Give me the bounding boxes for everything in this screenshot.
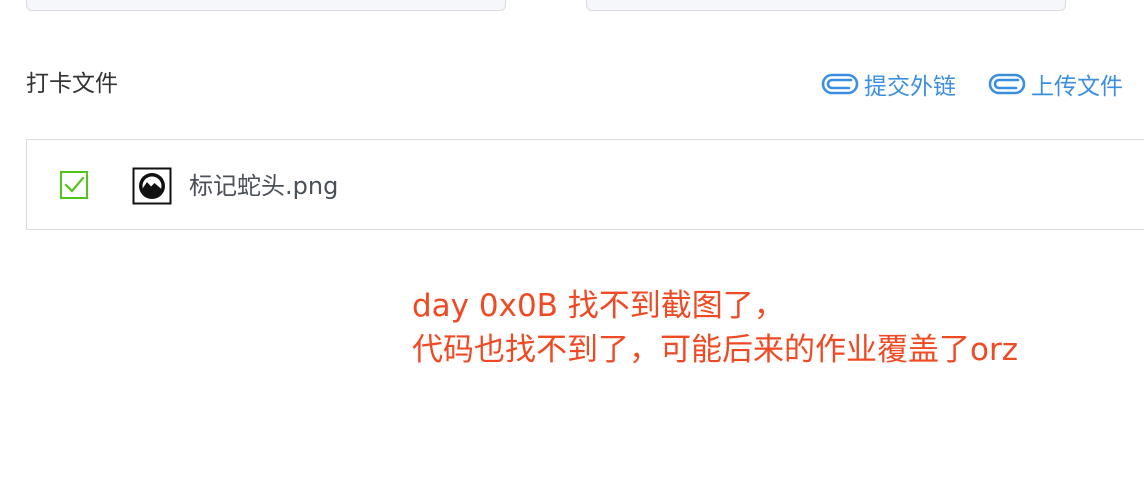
top-left-field[interactable] xyxy=(26,0,506,11)
annotation-line-1: day 0x0B 找不到截图了， xyxy=(412,288,785,324)
section-title: 打卡文件 xyxy=(26,71,118,97)
upload-file-button[interactable]: 上传文件 xyxy=(988,69,1123,100)
annotation-line-2: 代码也找不到了，可能后来的作业覆盖了orz xyxy=(412,332,1018,368)
image-file-icon xyxy=(132,167,172,205)
upload-file-label: 上传文件 xyxy=(1031,74,1123,100)
annotation-note: day 0x0B 找不到截图了， 代码也找不到了，可能后来的作业覆盖了orz xyxy=(412,284,1018,372)
top-right-field[interactable] xyxy=(586,0,1066,11)
file-list-item: 标记蛇头.png xyxy=(26,139,1144,230)
file-checkbox[interactable] xyxy=(60,171,88,199)
check-icon xyxy=(64,176,85,193)
file-name-link[interactable]: 标记蛇头.png xyxy=(189,171,338,201)
submit-link-label: 提交外链 xyxy=(864,74,956,100)
link-icon xyxy=(821,73,859,95)
submit-link-button[interactable]: 提交外链 xyxy=(821,69,956,100)
link-icon xyxy=(988,73,1026,95)
page: 打卡文件 提交外链 上传文件 标记蛇头.png day 0x0B 找不到截图了，… xyxy=(0,0,1144,498)
